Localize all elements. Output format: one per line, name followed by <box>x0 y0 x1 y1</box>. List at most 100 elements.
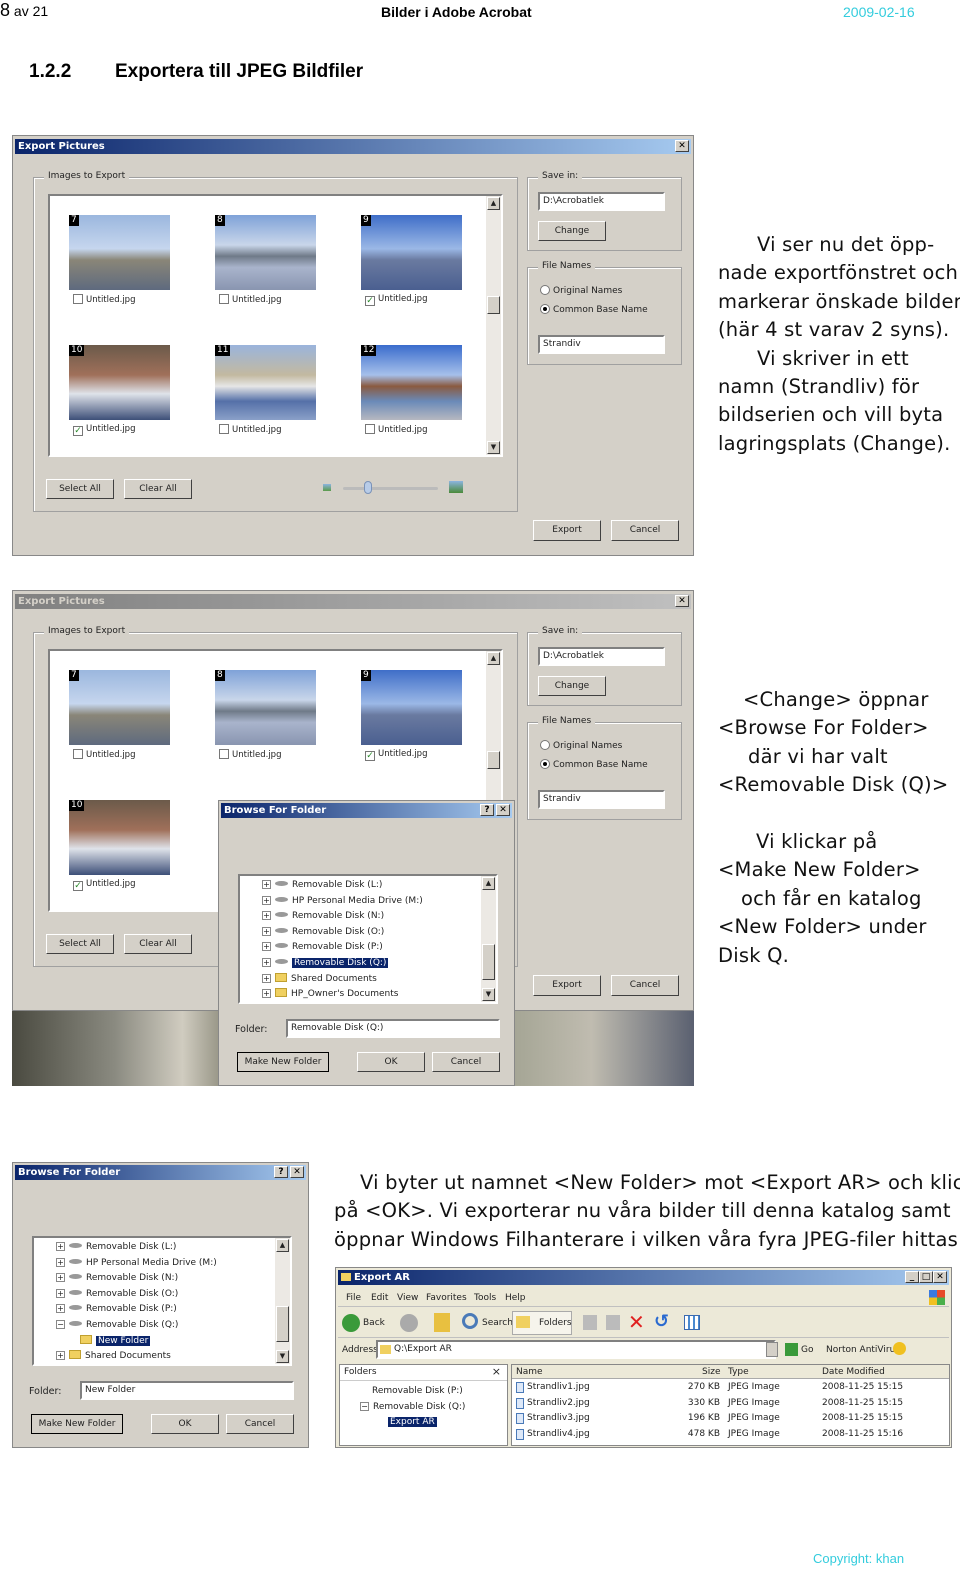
scroll-down-button[interactable]: ▼ <box>487 441 500 454</box>
column-name[interactable]: Name <box>516 1367 543 1377</box>
menu-view[interactable]: View <box>397 1293 418 1303</box>
thumbnail-checkbox[interactable]: Untitled.jpg <box>365 424 427 435</box>
expand-icon[interactable]: + <box>262 911 271 921</box>
checkbox-checked-icon[interactable]: ✓ <box>365 296 375 306</box>
radio-selected-icon[interactable] <box>540 304 550 314</box>
forward-arrow-icon[interactable] <box>400 1314 418 1332</box>
tree-item[interactable]: + Removable Disk (L:) <box>262 879 382 892</box>
close-button[interactable]: ✕ <box>290 1166 304 1178</box>
change-button[interactable]: Change <box>538 676 606 696</box>
expand-icon[interactable]: + <box>262 973 271 983</box>
undo-icon[interactable]: ↺ <box>654 1311 669 1332</box>
menu-edit[interactable]: Edit <box>371 1293 388 1303</box>
expand-icon[interactable]: + <box>56 1273 65 1283</box>
checkbox-icon[interactable] <box>73 294 83 304</box>
tree-item[interactable]: Removable Disk (P:) <box>372 1385 463 1398</box>
export-button[interactable]: Export <box>533 975 601 996</box>
select-all-button[interactable]: Select All <box>46 934 114 954</box>
scroll-up-button[interactable]: ▲ <box>487 652 500 665</box>
thumbnail-image[interactable]: 8 <box>215 215 316 290</box>
search-icon[interactable] <box>462 1313 478 1329</box>
thumbnail-image[interactable]: 7 <box>69 670 170 745</box>
tree-item[interactable]: + Removable Disk (N:) <box>262 910 384 923</box>
scroll-down-button[interactable]: ▼ <box>482 988 495 1001</box>
tree-item[interactable]: + Removable Disk (P:) <box>56 1303 177 1316</box>
file-name[interactable]: Strandliv2.jpg <box>527 1398 590 1408</box>
thumbnail-checkbox[interactable]: Untitled.jpg <box>219 749 281 760</box>
thumbnail-image[interactable]: 9 <box>361 670 462 745</box>
column-date[interactable]: Date Modified <box>822 1367 885 1377</box>
tree-item[interactable]: + HP_Owner's Documents <box>262 988 398 1001</box>
expand-icon[interactable]: + <box>262 958 271 967</box>
menu-favorites[interactable]: Favorites <box>426 1293 467 1303</box>
tree-item[interactable]: − Removable Disk (Q:) <box>56 1319 178 1332</box>
change-button[interactable]: Change <box>538 221 606 241</box>
thumbnail-checkbox[interactable]: ✓ Untitled.jpg <box>365 294 427 306</box>
tree-item[interactable]: + HP Personal Media Drive (M:) <box>262 895 423 908</box>
checkbox-checked-icon[interactable]: ✓ <box>365 751 375 761</box>
expand-icon[interactable]: + <box>56 1242 65 1251</box>
save-path-field[interactable]: D:\Acrobatlek <box>538 647 665 666</box>
scrollbar[interactable]: ▲▼ <box>486 196 501 455</box>
scroll-up-button[interactable]: ▲ <box>276 1239 289 1252</box>
norton-antivirus-label[interactable]: Norton AntiVirus <box>826 1345 900 1355</box>
base-name-field[interactable]: Strandiv <box>538 335 665 354</box>
menu-help[interactable]: Help <box>505 1293 526 1303</box>
thumbnail-image[interactable]: 8 <box>215 670 316 745</box>
back-arrow-icon[interactable] <box>342 1314 360 1332</box>
select-all-button[interactable]: Select All <box>46 479 114 499</box>
scroll-thumb[interactable] <box>487 751 500 769</box>
common-base-name-radio[interactable]: Common Base Name <box>540 304 648 315</box>
folder-field[interactable]: Removable Disk (Q:) <box>286 1019 500 1038</box>
scroll-up-button[interactable]: ▲ <box>487 197 500 210</box>
tree-item[interactable]: + Removable Disk (P:) <box>262 941 383 954</box>
expand-icon[interactable]: + <box>262 989 271 999</box>
folders-pane-close[interactable]: × <box>492 1365 501 1378</box>
radio-icon[interactable] <box>540 285 550 295</box>
save-path-field[interactable]: D:\Acrobatlek <box>538 192 665 211</box>
thumbnail-checkbox[interactable]: Untitled.jpg <box>219 424 281 435</box>
scrollbar[interactable]: ▲▼ <box>275 1238 290 1364</box>
search-button[interactable]: Search <box>482 1318 513 1328</box>
help-button[interactable]: ? <box>480 804 494 816</box>
radio-selected-icon[interactable] <box>540 759 550 769</box>
copy-to-icon[interactable] <box>606 1315 620 1330</box>
scroll-down-button[interactable]: ▼ <box>276 1350 289 1363</box>
thumbnail-image[interactable]: 9 <box>361 215 462 290</box>
export-button[interactable]: Export <box>533 520 601 541</box>
close-button[interactable]: ✕ <box>933 1271 947 1283</box>
thumbnail-checkbox[interactable]: ✓ Untitled.jpg <box>73 879 135 891</box>
ok-button[interactable]: OK <box>151 1414 219 1434</box>
tree-item[interactable]: + Removable Disk (L:) <box>56 1241 176 1254</box>
tree-item[interactable]: + Removable Disk (N:) <box>56 1272 178 1285</box>
checkbox-icon[interactable] <box>73 749 83 759</box>
ok-button[interactable]: OK <box>357 1052 425 1072</box>
expand-icon[interactable]: + <box>262 880 271 889</box>
checkbox-icon[interactable] <box>219 749 229 759</box>
scrollbar[interactable]: ▲▼ <box>481 876 496 1002</box>
thumbnail-checkbox[interactable]: ✓ Untitled.jpg <box>365 749 427 761</box>
thumbnail-checkbox[interactable]: Untitled.jpg <box>219 294 281 305</box>
tree-item[interactable]: New Folder <box>80 1334 151 1348</box>
make-new-folder-button[interactable]: Make New Folder <box>237 1052 329 1072</box>
thumbnail-checkbox[interactable]: Untitled.jpg <box>73 749 135 760</box>
thumbnail-image[interactable]: 7 <box>69 215 170 290</box>
tree-item[interactable]: + Removable Disk (Q:) <box>262 957 389 970</box>
go-arrow-icon[interactable] <box>785 1343 798 1356</box>
expand-icon[interactable]: + <box>262 895 271 905</box>
views-icon[interactable] <box>684 1315 700 1330</box>
scroll-thumb[interactable] <box>487 296 500 314</box>
tree-item[interactable]: + Removable Disk (O:) <box>262 926 384 939</box>
tree-item[interactable]: + HP Personal Media Drive (M:) <box>56 1257 217 1270</box>
expand-icon[interactable]: + <box>262 942 271 952</box>
base-name-field[interactable]: Strandiv <box>538 790 665 809</box>
expand-icon[interactable]: + <box>56 1288 65 1298</box>
file-name[interactable]: Strandliv4.jpg <box>527 1429 590 1439</box>
maximize-button[interactable]: □ <box>919 1271 933 1283</box>
checkbox-checked-icon[interactable]: ✓ <box>73 881 83 891</box>
move-to-icon[interactable] <box>583 1315 597 1330</box>
cancel-button[interactable]: Cancel <box>432 1052 500 1072</box>
expand-icon[interactable]: + <box>56 1351 65 1361</box>
tree-item[interactable]: + Shared Documents <box>262 972 377 986</box>
file-name[interactable]: Strandliv1.jpg <box>527 1382 590 1392</box>
